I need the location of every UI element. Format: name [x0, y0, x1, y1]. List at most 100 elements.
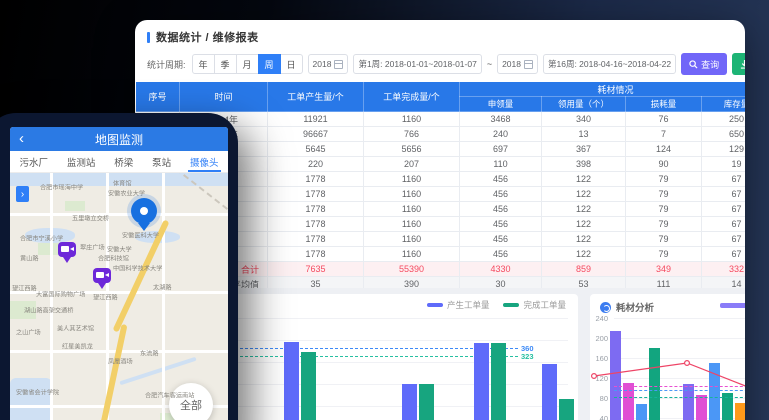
query-button[interactable]: 查询: [681, 53, 727, 75]
camera-pin-tip: [98, 283, 106, 293]
table-cell: 122: [542, 217, 626, 232]
map-label: 翠庄广场: [80, 242, 105, 252]
table-cell: 349: [626, 262, 702, 277]
table-cell: 1778: [268, 247, 364, 262]
table-cell: 79: [626, 187, 702, 202]
sub-column-header: 领用量（个）: [542, 97, 626, 112]
consumables-chart-plot: 2402001601208040: [590, 294, 745, 420]
table-cell: 67: [702, 172, 746, 187]
period-option-日[interactable]: 日: [280, 54, 303, 74]
bar: [636, 404, 647, 420]
table-cell: 5656: [364, 142, 460, 157]
bar-产生工单量: [474, 343, 489, 420]
period-label: 统计周期:: [147, 58, 186, 71]
table-cell: 79: [626, 217, 702, 232]
sub-column-header: 损耗量: [626, 97, 702, 112]
phone-page-title: 地图监测: [95, 131, 143, 148]
location-pin[interactable]: [131, 198, 157, 224]
map-all-button[interactable]: 全部: [169, 383, 213, 420]
table-cell: 398: [542, 157, 626, 172]
map-label: 体育馆: [113, 178, 132, 188]
calendar-icon: [524, 60, 533, 69]
bar-完成工单量: [419, 384, 434, 420]
table-cell: 456: [460, 232, 542, 247]
map-label: 黄山路: [20, 253, 39, 263]
export-excel-button[interactable]: 导出Excel: [732, 53, 745, 75]
phone-tab-摄像头[interactable]: 摄像头: [188, 151, 221, 172]
y-tick-label: 200: [590, 334, 608, 343]
start-week-input[interactable]: 第1周: 2018-01-01~2018-01-07: [353, 54, 481, 74]
y-tick-label: 80: [590, 394, 608, 403]
table-cell: 55390: [364, 262, 460, 277]
phone-tab-泵站[interactable]: 泵站: [150, 151, 173, 172]
map-label: 凤凰酒场: [108, 356, 133, 366]
table-cell: 79: [626, 232, 702, 247]
period-option-周[interactable]: 周: [258, 54, 281, 74]
table-cell: 4330: [460, 262, 542, 277]
bar-产生工单量: [402, 384, 417, 420]
table-cell: 697: [460, 142, 542, 157]
table-cell: 19: [702, 157, 746, 172]
bar: [735, 403, 745, 420]
breadcrumb: 数据统计 / 维修报表: [156, 29, 259, 45]
table-cell: 122: [542, 202, 626, 217]
y-tick-label: 240: [590, 314, 608, 323]
table-cell: 122: [542, 172, 626, 187]
column-header: 工单产生量/个: [268, 82, 364, 112]
bar: [709, 363, 720, 420]
map-label: 望江西路: [12, 283, 37, 293]
gridline: [614, 318, 745, 319]
table-cell: 67: [702, 217, 746, 232]
table-cell: 1778: [268, 232, 364, 247]
table-cell: 1160: [364, 112, 460, 127]
end-week-input[interactable]: 第16周: 2018-04-16~2018-04-22: [543, 54, 676, 74]
table-cell: 1778: [268, 172, 364, 187]
map-label: 望江西路: [93, 292, 118, 302]
table-cell: 456: [460, 247, 542, 262]
phone-mockup: ‹ 地图监测 污水厂监测站桥梁泵站摄像头 › 全部: [0, 113, 238, 420]
back-icon[interactable]: ‹: [19, 128, 24, 150]
map-label: 之山广场: [16, 327, 41, 337]
phone-tab-监测站[interactable]: 监测站: [65, 151, 98, 172]
map-view[interactable]: › 全部 合肥市瑶海中学体育馆安徽农业大学五里墩立交桥合肥市宁溪小学安徽医科大学…: [10, 173, 228, 420]
table-cell: 859: [542, 262, 626, 277]
table-cell: 129: [702, 142, 746, 157]
reference-line: [614, 397, 745, 398]
camera-pin[interactable]: [93, 268, 111, 283]
map-label: 合肥市瑶海中学: [40, 182, 83, 192]
table-cell: 79: [626, 247, 702, 262]
table-cell: 1160: [364, 247, 460, 262]
map-label: 安徽农业大学: [108, 188, 145, 198]
column-header: 时间: [180, 82, 268, 112]
calendar-icon: [334, 60, 343, 69]
table-cell: 13: [542, 127, 626, 142]
phone-tab-桥梁[interactable]: 桥梁: [112, 151, 135, 172]
phone-tab-污水厂[interactable]: 污水厂: [17, 151, 50, 172]
sub-column-header: 申领量: [460, 97, 542, 112]
map-expander-button[interactable]: ›: [16, 186, 29, 202]
table-cell: 250: [702, 112, 746, 127]
phone-screen: ‹ 地图监测 污水厂监测站桥梁泵站摄像头 › 全部: [10, 127, 228, 420]
range-separator: ~: [487, 59, 492, 69]
camera-pin[interactable]: [58, 242, 76, 257]
period-option-年[interactable]: 年: [192, 54, 215, 74]
table-cell: 67: [702, 187, 746, 202]
period-option-月[interactable]: 月: [236, 54, 259, 74]
reference-line: [614, 386, 745, 387]
table-cell: 340: [542, 112, 626, 127]
period-option-季[interactable]: 季: [214, 54, 237, 74]
phone-tab-bar: 污水厂监测站桥梁泵站摄像头: [10, 151, 228, 173]
map-park: [65, 201, 85, 211]
table-cell: 79: [626, 202, 702, 217]
camera-pin-tip: [63, 257, 71, 267]
start-year-select[interactable]: 2018: [308, 54, 349, 74]
table-cell: 1160: [364, 217, 460, 232]
end-year-select[interactable]: 2018: [497, 54, 538, 74]
column-header: 序号: [136, 82, 180, 112]
bar-完成工单量: [491, 343, 506, 420]
sub-column-header: 库存量: [702, 97, 746, 112]
table-cell: 90: [626, 157, 702, 172]
table-cell: 1778: [268, 202, 364, 217]
table-cell: 96667: [268, 127, 364, 142]
table-cell: 122: [542, 247, 626, 262]
